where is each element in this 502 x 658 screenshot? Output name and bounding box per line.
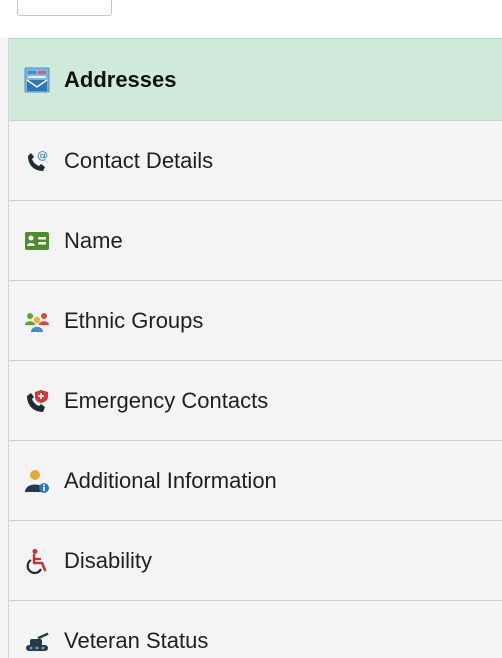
envelope-map-icon (24, 67, 50, 93)
nav-item-disability[interactable]: Disability (9, 520, 502, 600)
nav-item-veteran-status[interactable]: Veteran Status (9, 600, 502, 658)
wheelchair-icon (24, 548, 50, 574)
nav-item-contact-details[interactable]: @ Contact Details (9, 120, 502, 200)
nav-item-label: Ethnic Groups (64, 307, 204, 333)
nav-item-ethnic-groups[interactable]: Ethnic Groups (9, 280, 502, 360)
nav-item-addresses[interactable]: Addresses (9, 38, 502, 120)
nav-item-label: Addresses (64, 66, 177, 92)
phone-emergency-icon (24, 388, 50, 414)
nav-item-label: Name (64, 227, 123, 253)
nav-item-label: Veteran Status (64, 627, 209, 653)
page: Addresses @ Contact Details Name Ethnic … (0, 0, 502, 658)
veteran-icon (24, 628, 50, 654)
nav-item-additional-information[interactable]: Additional Information (9, 440, 502, 520)
svg-text:@: @ (37, 149, 48, 162)
nav-item-label: Emergency Contacts (64, 387, 269, 413)
side-nav: Addresses @ Contact Details Name Ethnic … (8, 38, 502, 658)
people-group-icon (24, 308, 50, 334)
nav-item-label: Additional Information (64, 467, 277, 493)
nav-item-name[interactable]: Name (9, 200, 502, 280)
id-card-icon (24, 228, 50, 254)
nav-item-emergency-contacts[interactable]: Emergency Contacts (9, 360, 502, 440)
top-control[interactable] (17, 0, 112, 16)
nav-item-label: Contact Details (64, 147, 214, 173)
person-info-icon (24, 468, 50, 494)
top-strip (0, 0, 502, 38)
phone-at-icon: @ (24, 148, 50, 174)
nav-item-label: Disability (64, 547, 153, 573)
